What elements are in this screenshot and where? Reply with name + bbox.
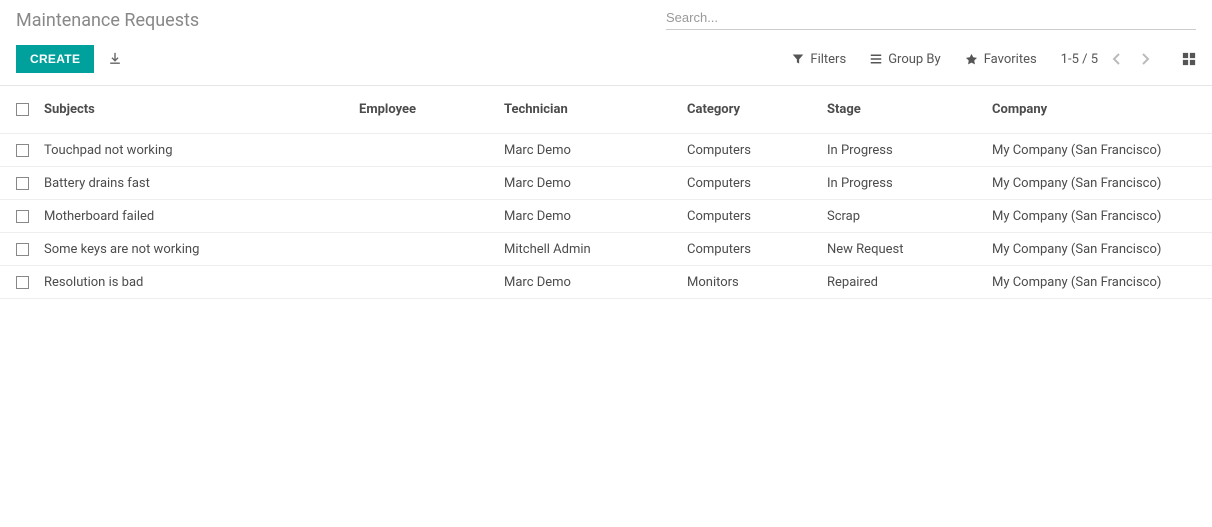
search-container xyxy=(666,8,1196,30)
cell-company: My Company (San Francisco) xyxy=(992,242,1196,257)
cell-category: Computers xyxy=(687,209,827,224)
kanban-view-button[interactable] xyxy=(1182,52,1196,66)
cell-stage: Repaired xyxy=(827,275,992,290)
pager-prev-button[interactable] xyxy=(1108,50,1126,68)
create-button[interactable]: CREATE xyxy=(16,45,94,73)
cell-technician: Marc Demo xyxy=(504,209,687,224)
filters-button[interactable]: Filters xyxy=(792,52,846,67)
col-header-category[interactable]: Category xyxy=(687,102,827,117)
cell-category: Computers xyxy=(687,143,827,158)
cell-stage: New Request xyxy=(827,242,992,257)
favorites-button[interactable]: Favorites xyxy=(965,52,1037,67)
download-button[interactable] xyxy=(108,52,122,66)
row-checkbox[interactable] xyxy=(16,177,29,190)
cell-company: My Company (San Francisco) xyxy=(992,143,1196,158)
filters-label: Filters xyxy=(810,52,846,67)
col-header-employee[interactable]: Employee xyxy=(359,102,504,117)
row-checkbox[interactable] xyxy=(16,144,29,157)
table-row[interactable]: Battery drains fast Marc DemoComputersIn … xyxy=(0,167,1212,200)
table-row[interactable]: Touchpad not working Marc DemoComputersIn… xyxy=(0,134,1212,167)
table-row[interactable]: Resolution is bad Marc DemoMonitorsRepair… xyxy=(0,266,1212,299)
star-icon xyxy=(965,53,978,66)
cell-company: My Company (San Francisco) xyxy=(992,176,1196,191)
search-input[interactable] xyxy=(666,8,1196,27)
cell-subject: Resolution is bad xyxy=(44,275,359,290)
table-header: Subjects Employee Technician Category St… xyxy=(0,86,1212,134)
cell-stage: In Progress xyxy=(827,176,992,191)
row-checkbox[interactable] xyxy=(16,243,29,256)
favorites-label: Favorites xyxy=(984,52,1037,67)
cell-category: Computers xyxy=(687,242,827,257)
requests-table: Subjects Employee Technician Category St… xyxy=(0,86,1212,299)
chevron-left-icon xyxy=(1112,52,1122,66)
col-header-stage[interactable]: Stage xyxy=(827,102,992,117)
cell-subject: Battery drains fast xyxy=(44,176,359,191)
col-header-company[interactable]: Company xyxy=(992,102,1196,117)
pager-text: 1-5 / 5 xyxy=(1061,52,1098,67)
col-header-subjects[interactable]: Subjects xyxy=(44,102,359,117)
cell-technician: Mitchell Admin xyxy=(504,242,687,257)
cell-company: My Company (San Francisco) xyxy=(992,209,1196,224)
cell-subject: Some keys are not working xyxy=(44,242,359,257)
cell-technician: Marc Demo xyxy=(504,176,687,191)
cell-company: My Company (San Francisco) xyxy=(992,275,1196,290)
table-row[interactable]: Some keys are not working Mitchell AdminC… xyxy=(0,233,1212,266)
row-checkbox[interactable] xyxy=(16,210,29,223)
page-title: Maintenance Requests xyxy=(16,8,199,31)
cell-category: Monitors xyxy=(687,275,827,290)
groupby-label: Group By xyxy=(888,52,941,67)
groupby-button[interactable]: Group By xyxy=(870,52,941,67)
download-icon xyxy=(108,52,122,66)
col-header-technician[interactable]: Technician xyxy=(504,102,687,117)
pager-next-button[interactable] xyxy=(1136,50,1154,68)
cell-technician: Marc Demo xyxy=(504,143,687,158)
cell-technician: Marc Demo xyxy=(504,275,687,290)
kanban-icon xyxy=(1182,52,1196,66)
row-checkbox[interactable] xyxy=(16,276,29,289)
cell-stage: In Progress xyxy=(827,143,992,158)
cell-category: Computers xyxy=(687,176,827,191)
table-row[interactable]: Motherboard failed Marc DemoComputersScra… xyxy=(0,200,1212,233)
funnel-icon xyxy=(792,53,804,65)
cell-subject: Touchpad not working xyxy=(44,143,359,158)
cell-subject: Motherboard failed xyxy=(44,209,359,224)
list-icon xyxy=(870,53,882,65)
select-all-checkbox[interactable] xyxy=(16,103,29,116)
cell-stage: Scrap xyxy=(827,209,992,224)
chevron-right-icon xyxy=(1140,52,1150,66)
